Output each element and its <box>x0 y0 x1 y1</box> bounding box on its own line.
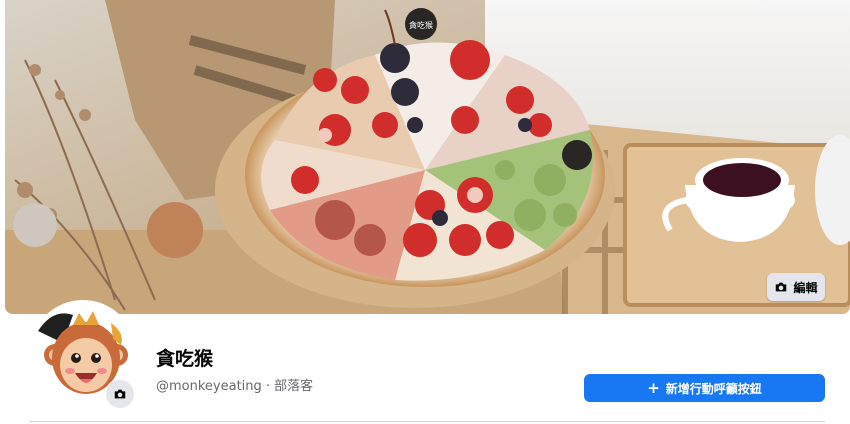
camera-icon <box>114 389 126 399</box>
svg-text:貪吃猴: 貪吃猴 <box>409 20 433 30</box>
edit-cover-button[interactable]: 編輯 <box>767 273 825 301</box>
cover-photo[interactable]: 貪吃猴 <box>5 0 850 314</box>
change-avatar-button[interactable] <box>105 379 135 409</box>
cover-image: 貪吃猴 <box>5 0 850 314</box>
add-cta-button[interactable]: + 新增行動呼籲按鈕 <box>584 374 825 402</box>
camera-icon <box>776 282 787 292</box>
add-cta-label: 新增行動呼籲按鈕 <box>665 381 762 396</box>
edit-cover-label: 編輯 <box>793 280 818 295</box>
page-title: 貪吃猴 <box>156 348 214 370</box>
page-handle-category: @monkeyeating · 部落客 <box>156 379 314 394</box>
divider <box>30 421 825 422</box>
plus-icon: + <box>647 378 660 397</box>
